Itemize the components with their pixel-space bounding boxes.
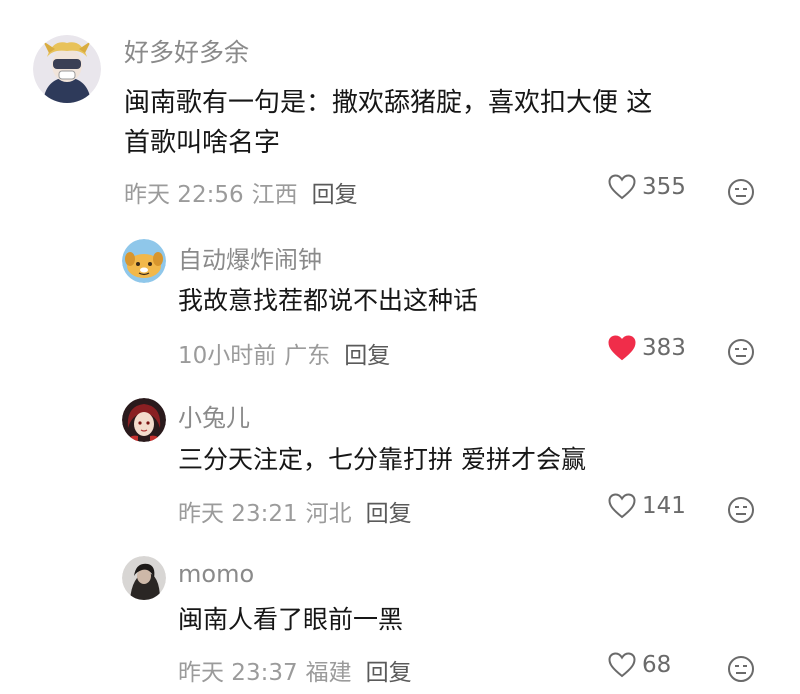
region: 河北	[305, 501, 352, 527]
like-button[interactable]: 141	[608, 493, 686, 519]
comment-meta: 昨天 22:56 江西 回复	[124, 175, 358, 209]
comment-meta: 昨天 23:21 河北 回复	[178, 494, 412, 528]
region: 福建	[305, 660, 352, 686]
username[interactable]: 小兔儿	[178, 398, 250, 433]
like-button[interactable]: 68	[608, 652, 671, 678]
like-button[interactable]: 383	[608, 335, 686, 361]
reply-button[interactable]: 回复	[344, 343, 390, 369]
heart-outline-icon	[608, 652, 636, 678]
user-avatar[interactable]	[122, 239, 166, 283]
dislike-button[interactable]	[727, 655, 755, 683]
dislike-face-icon	[728, 179, 754, 205]
dislike-button[interactable]	[727, 178, 755, 206]
timestamp: 昨天 22:56	[124, 182, 244, 208]
dislike-button[interactable]	[727, 496, 755, 524]
dislike-face-icon	[728, 339, 754, 365]
like-count: 383	[642, 335, 686, 361]
like-count: 141	[642, 493, 686, 519]
user-avatar[interactable]	[33, 35, 101, 103]
avatar-red-haired-character-icon	[122, 398, 166, 442]
dislike-face-icon	[728, 656, 754, 682]
user-avatar[interactable]	[122, 556, 166, 600]
reply-button[interactable]: 回复	[366, 501, 412, 527]
username[interactable]: 自动爆炸闹钟	[178, 240, 322, 275]
comment-meta: 10小时前 广东 回复	[178, 336, 390, 370]
comment-text-line-2: 首歌叫啥名字	[124, 128, 281, 158]
region: 江西	[251, 182, 298, 208]
comment-text: 我故意找茬都说不出这种话	[178, 286, 479, 315]
reply-button[interactable]: 回复	[366, 660, 412, 686]
username[interactable]: momo	[178, 560, 254, 588]
avatar-dark-photo-icon	[122, 556, 166, 600]
heart-outline-icon	[608, 493, 636, 519]
dislike-face-icon	[728, 497, 754, 523]
timestamp: 昨天 23:21	[178, 501, 298, 527]
comment-text-line-1: 闽南歌有一句是：撒欢舔猪腚，喜欢扣大便 这	[124, 88, 653, 118]
comment-text: 闽南人看了眼前一黑	[178, 605, 404, 634]
dislike-button[interactable]	[727, 338, 755, 366]
avatar-cartoon-dog-icon	[122, 239, 166, 283]
user-avatar[interactable]	[122, 398, 166, 442]
avatar-masked-character-icon	[33, 35, 101, 103]
like-button[interactable]: 355	[608, 174, 686, 200]
heart-filled-icon	[608, 335, 636, 361]
like-count: 68	[642, 652, 672, 678]
heart-outline-icon	[608, 174, 636, 200]
comment-meta: 昨天 23:37 福建 回复	[178, 653, 412, 687]
comment-text: 三分天注定，七分靠打拼 爱拼才会赢	[178, 445, 586, 474]
reply-button[interactable]: 回复	[312, 182, 358, 208]
like-count: 355	[642, 174, 686, 200]
username[interactable]: 好多好多余	[124, 33, 249, 69]
timestamp: 10小时前	[178, 343, 277, 369]
timestamp: 昨天 23:37	[178, 660, 298, 686]
region: 广东	[284, 343, 331, 369]
